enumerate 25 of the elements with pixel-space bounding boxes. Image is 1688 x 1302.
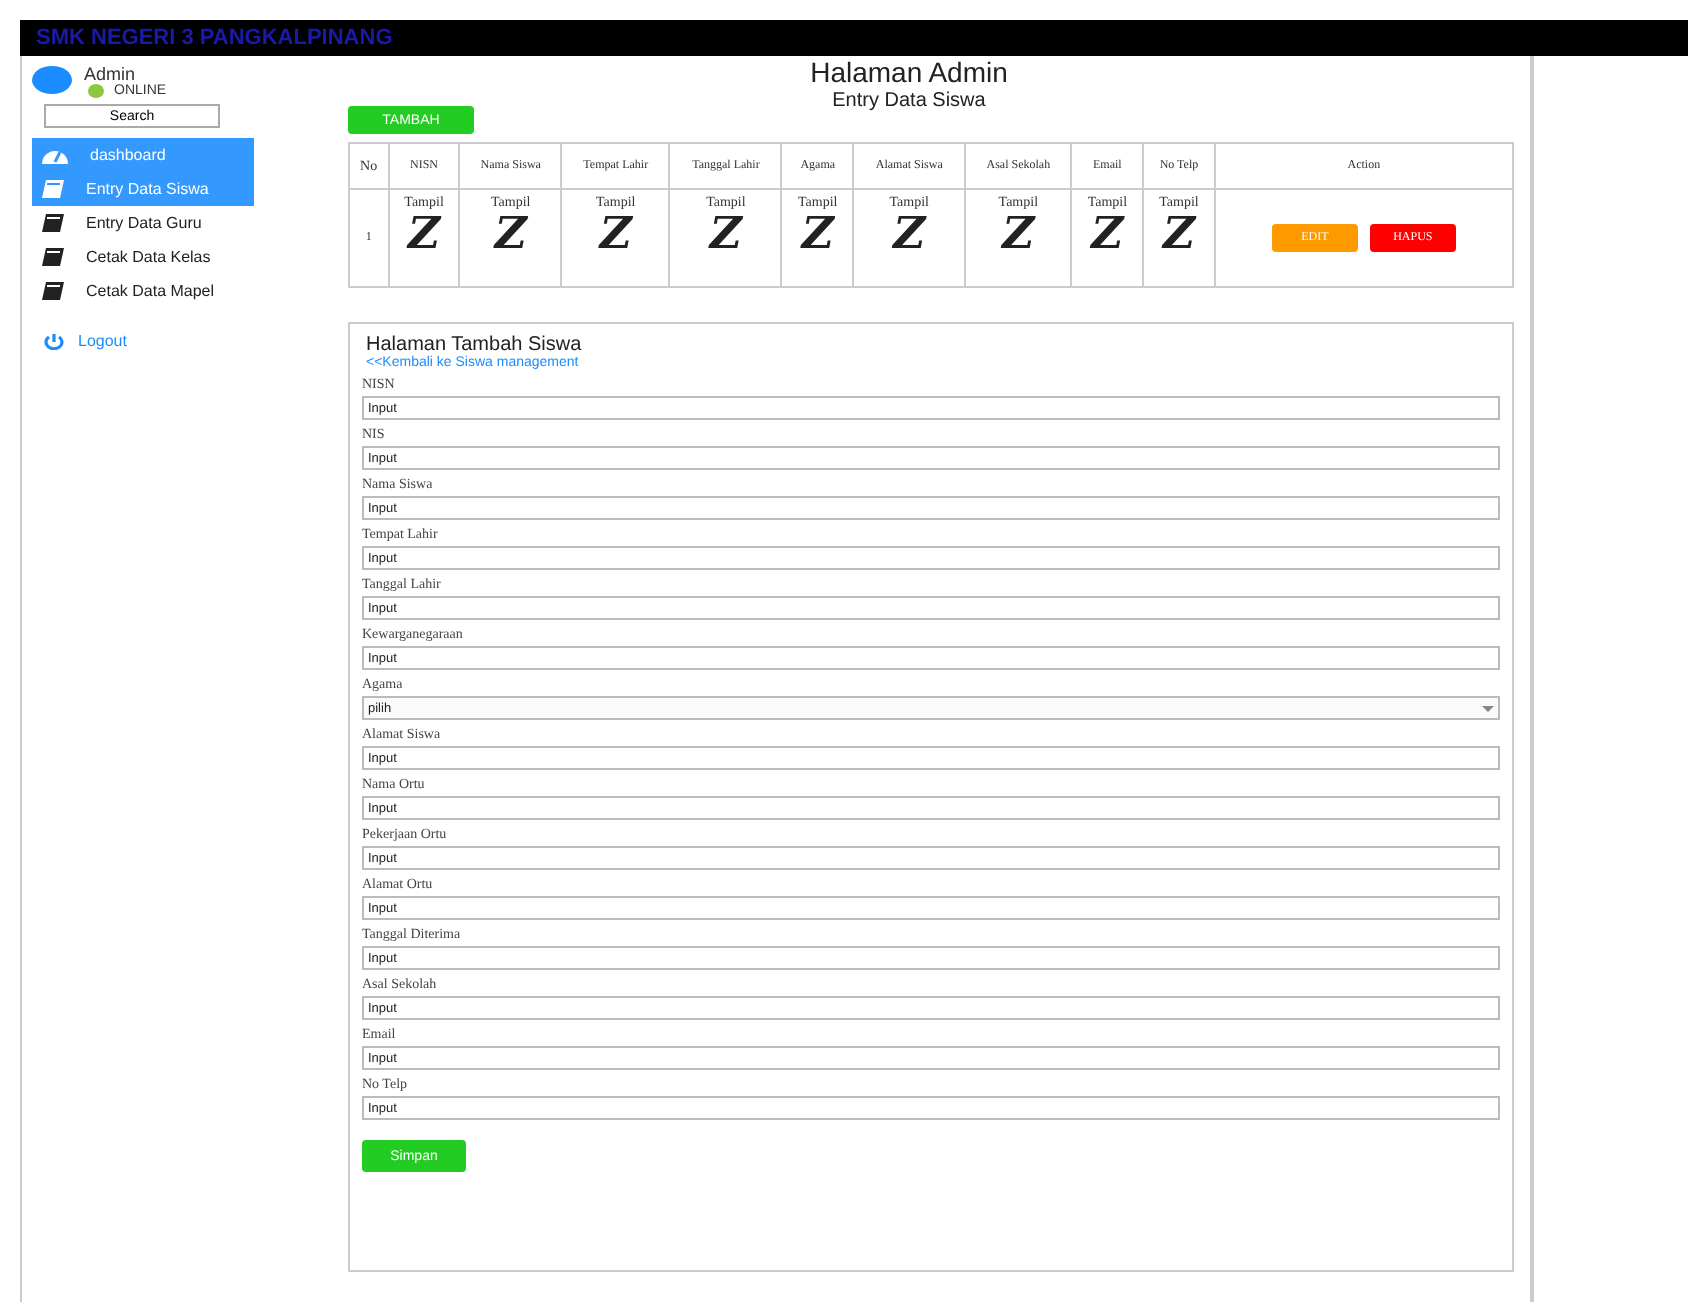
site-title: SMK NEGERI 3 PANGKALPINANG <box>36 26 393 50</box>
z-icon: Z <box>970 210 1067 258</box>
z-icon: Z <box>464 210 557 258</box>
form-title: Halaman Tambah Siswa <box>364 334 584 356</box>
sidebar-item[interactable]: Cetak Data Mapel <box>32 274 254 308</box>
z-icon: Z <box>1148 210 1210 258</box>
caret-icon <box>1482 705 1494 711</box>
z-icon: Z <box>566 210 665 258</box>
z-icon: Z <box>674 210 777 258</box>
avatar <box>32 66 72 94</box>
page-title: Halaman Admin <box>810 56 1008 88</box>
z-icon: Z <box>858 210 960 258</box>
gauge-icon <box>40 145 70 165</box>
book-icon <box>40 178 66 200</box>
book-icon <box>40 280 66 302</box>
book-icon <box>40 246 66 268</box>
sidebar-item[interactable]: Cetak Data Kelas <box>32 240 254 274</box>
z-icon: Z <box>393 210 455 258</box>
page-subtitle: Entry Data Siswa <box>832 90 986 112</box>
z-icon: Z <box>1076 210 1139 258</box>
user-name: Admin <box>84 64 138 84</box>
power-icon <box>42 333 66 349</box>
z-icon: Z <box>786 210 849 258</box>
sidebar-item[interactable]: Entry Data Guru <box>32 206 254 240</box>
book-icon <box>40 212 66 234</box>
